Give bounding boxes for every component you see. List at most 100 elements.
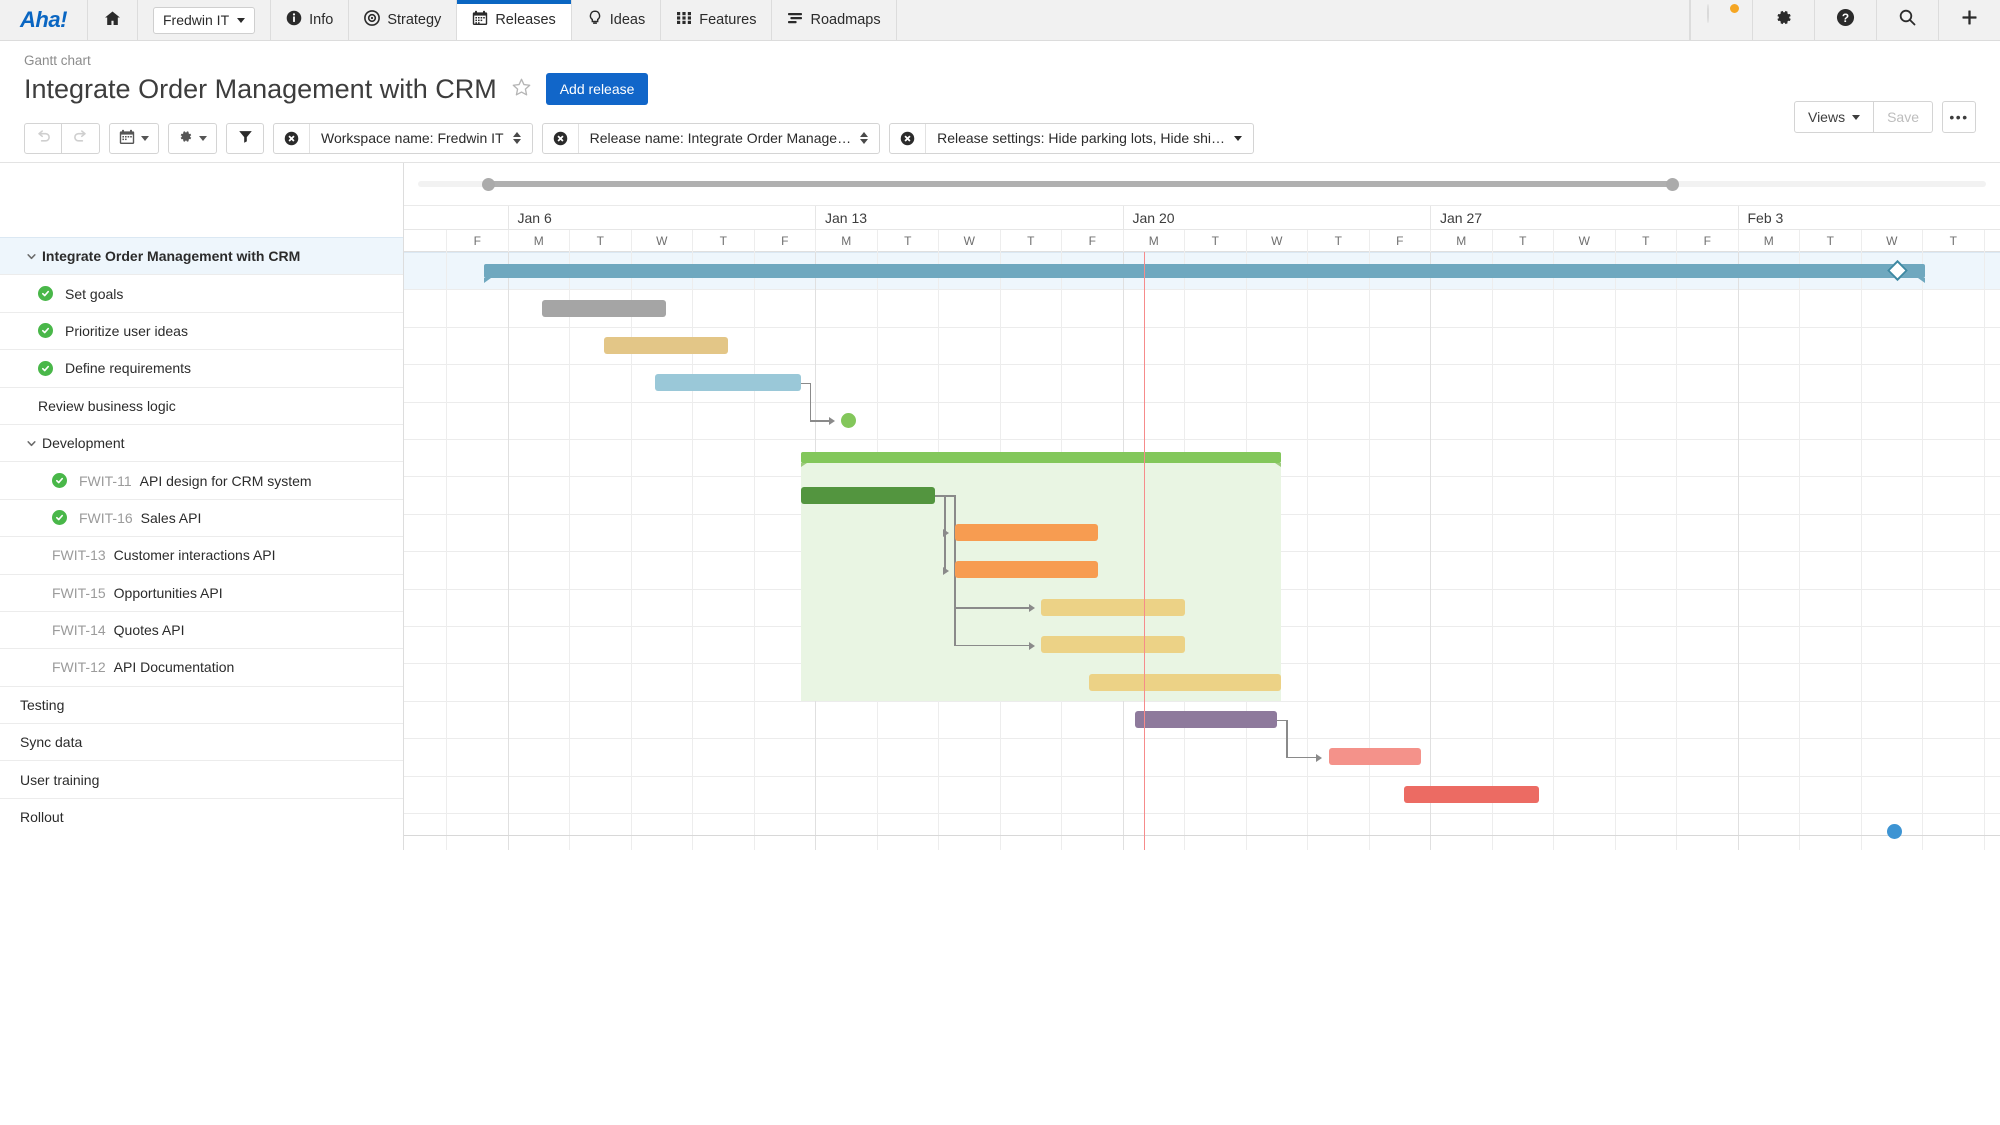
timeline-day-header: FMTWTFMTWTFMTWTFMTWTFMTWTF	[404, 230, 2000, 252]
row-label: Opportunities API	[113, 584, 223, 601]
timeline-slider-handle-right[interactable]	[1665, 177, 1679, 191]
timeline-slider-handle-left[interactable]	[482, 177, 496, 191]
remove-circle-icon[interactable]	[890, 123, 927, 153]
gantt-bar[interactable]	[1041, 598, 1186, 616]
gantt-row-fwit-13[interactable]: FWIT-13 Customer interactions API	[0, 536, 403, 573]
gantt-row-testing[interactable]: Testing	[0, 685, 403, 723]
nav-item-ideas[interactable]: Ideas	[572, 0, 662, 40]
gantt-app: Aha! Fredwin IT Info Strategy Releases I…	[0, 0, 2000, 1125]
remove-circle-icon[interactable]	[274, 123, 310, 153]
help-button[interactable]: ?	[1814, 0, 1876, 40]
nav-spacer	[897, 0, 1690, 40]
row-label: Development	[42, 435, 125, 452]
gantt-row-fwit-15[interactable]: FWIT-15 Opportunities API	[0, 573, 403, 611]
nav-item-strategy[interactable]: Strategy	[349, 0, 458, 40]
gantt-row-fwit-12[interactable]: FWIT-12 API Documentation	[0, 648, 403, 685]
timeline-row[interactable]	[404, 364, 2000, 401]
timeline-row[interactable]	[404, 401, 2000, 439]
gantt-bar[interactable]	[655, 374, 801, 392]
gantt-row-sync-data[interactable]: Sync data	[0, 723, 403, 760]
spinner-arrows-icon[interactable]	[512, 132, 521, 144]
milestone-dot-icon[interactable]	[1886, 824, 1902, 840]
timeline-row[interactable]	[404, 738, 2000, 775]
timeline-day-gridline	[1553, 252, 1554, 850]
save-button[interactable]: Save	[1874, 101, 1933, 133]
gantt-row-user-training[interactable]: User training	[0, 760, 403, 797]
gantt-row-development[interactable]: Development	[0, 423, 403, 461]
row-label: Customer interactions API	[113, 547, 276, 564]
dependency-line	[809, 382, 812, 421]
undo-redo-group	[24, 122, 100, 154]
gantt-bar[interactable]	[801, 486, 935, 504]
chevron-down-icon[interactable]	[20, 251, 42, 262]
more-options-button[interactable]: •••	[1942, 101, 1976, 133]
add-button[interactable]	[1938, 0, 2000, 40]
gantt-bar[interactable]	[1328, 748, 1421, 766]
user-avatar-button[interactable]	[1690, 0, 1752, 40]
release-bar[interactable]	[484, 263, 1926, 283]
nav-item-features[interactable]: Features	[661, 0, 773, 40]
filter-chip-release-name[interactable]: Release name: Integrate Order Manage…	[541, 122, 881, 154]
timeline-month-label: Feb 3	[1737, 206, 2000, 231]
row-label: Define requirements	[65, 360, 192, 377]
timeline-day-label: W	[630, 230, 693, 252]
add-release-button[interactable]: Add release	[545, 73, 649, 105]
timeline-row[interactable]	[404, 775, 2000, 813]
settings-button[interactable]	[1752, 0, 1814, 40]
search-button[interactable]	[1876, 0, 1938, 40]
timeline-day-label: W	[1860, 230, 1923, 252]
timeline-week-gridline	[507, 252, 509, 850]
date-range-button[interactable]	[109, 122, 159, 154]
gantt-bar[interactable]	[541, 299, 667, 317]
views-button[interactable]: Views	[1793, 101, 1875, 133]
dependency-line	[954, 644, 1031, 647]
timeline-day-label: M	[507, 230, 570, 252]
dependency-line	[943, 495, 946, 570]
row-label: Integrate Order Management with CRM	[42, 248, 301, 265]
undo-button[interactable]	[24, 122, 62, 154]
timeline-day-gridline	[753, 252, 755, 850]
gantt-bar[interactable]	[1404, 785, 1539, 803]
gantt-bar[interactable]	[604, 337, 729, 354]
favorite-star-icon[interactable]	[511, 77, 532, 102]
filter-chip-workspace[interactable]: Workspace name: Fredwin IT	[273, 122, 533, 154]
timeline-day-label: F	[1676, 230, 1738, 252]
gantt-row-rollout[interactable]: Rollout	[0, 797, 403, 835]
row-reference: FWIT-15	[52, 584, 106, 601]
gantt-row-prioritize-user-ideas[interactable]: Prioritize user ideas	[0, 311, 403, 349]
gantt-bar[interactable]	[1041, 636, 1186, 654]
filter-button[interactable]	[226, 122, 264, 154]
gantt-row-fwit-11[interactable]: FWIT-11 API design for CRM system	[0, 461, 403, 498]
remove-circle-icon[interactable]	[543, 123, 579, 153]
workspace-selector[interactable]: Fredwin IT	[138, 0, 272, 40]
gantt-row-review-business-logic[interactable]: Review business logic	[0, 386, 403, 424]
gantt-row-fwit-14[interactable]: FWIT-14 Quotes API	[0, 610, 403, 648]
home-nav-button[interactable]	[88, 0, 138, 40]
timeline-row[interactable]	[404, 813, 2000, 850]
gantt-bar[interactable]	[955, 561, 1098, 579]
aha-logo[interactable]: Aha!	[0, 0, 88, 40]
nav-item-roadmaps[interactable]: Roadmaps	[772, 0, 897, 40]
workspace-pill[interactable]: Fredwin IT	[153, 6, 256, 34]
chart-settings-button[interactable]	[168, 122, 217, 154]
timeline-range-slider[interactable]	[404, 163, 2000, 205]
chevron-down-icon[interactable]	[20, 438, 42, 449]
chevron-down-icon[interactable]	[1234, 135, 1242, 141]
filter-chip-release-settings[interactable]: Release settings: Hide parking lots, Hid…	[889, 122, 1254, 154]
timeline-day-label: F	[1983, 230, 2000, 252]
nav-item-releases[interactable]: Releases	[457, 0, 572, 40]
redo-button[interactable]	[62, 122, 100, 154]
group-bar[interactable]	[801, 452, 1282, 468]
gantt-row-list-header	[0, 163, 403, 237]
gantt-row-fwit-16[interactable]: FWIT-16 Sales API	[0, 498, 403, 536]
gantt-bar[interactable]	[1134, 711, 1278, 728]
gantt-row-define-requirements[interactable]: Define requirements	[0, 349, 403, 386]
filter-chip-release-settings-label-wrap: Release settings: Hide parking lots, Hid…	[926, 124, 1253, 153]
gantt-bar[interactable]	[1088, 673, 1282, 691]
gantt-row-integrate-order-management-with-crm[interactable]: Integrate Order Management with CRM	[0, 237, 403, 275]
spinner-arrows-icon[interactable]	[860, 132, 869, 144]
gantt-row-set-goals[interactable]: Set goals	[0, 274, 403, 311]
gantt-bar[interactable]	[955, 524, 1098, 541]
filter-chip-workspace-label: Workspace name: Fredwin IT	[321, 130, 504, 146]
nav-item-info[interactable]: Info	[271, 0, 350, 40]
